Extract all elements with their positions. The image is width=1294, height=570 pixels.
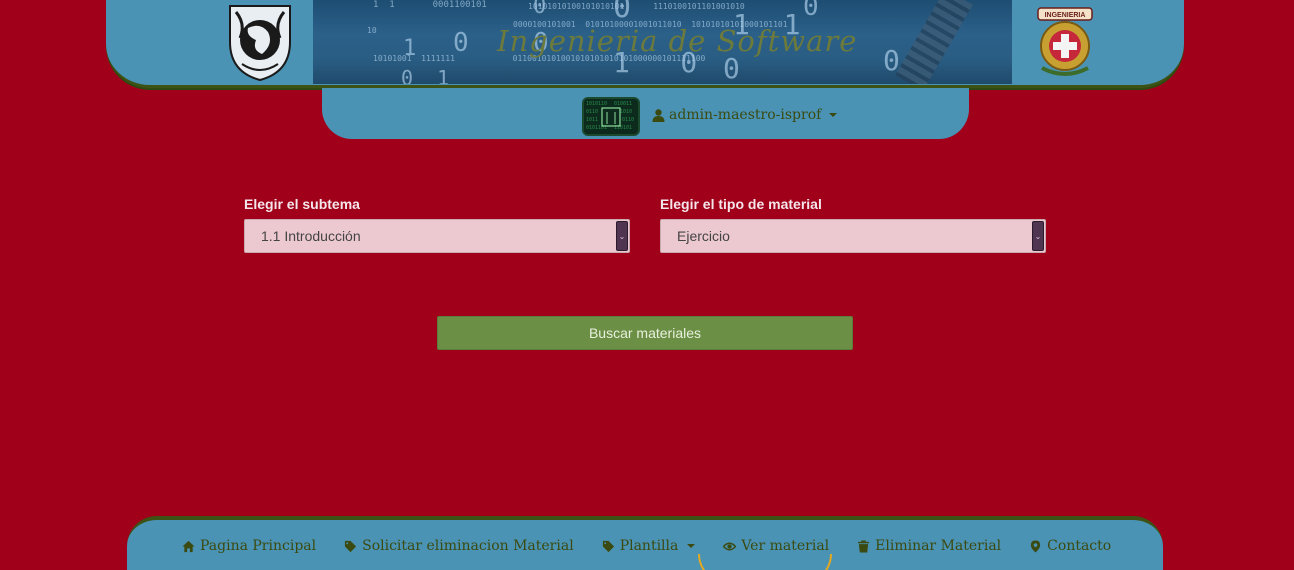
user-menu-toggle[interactable]: admin-maestro-isprof xyxy=(652,104,838,126)
tag-icon xyxy=(345,540,357,552)
nav-label: Ver material xyxy=(741,538,830,554)
nav-item-plantilla[interactable]: Plantilla xyxy=(602,538,696,554)
tipo-material-selected-value: Ejercicio xyxy=(677,228,730,244)
svg-text:0110: 0110 xyxy=(586,109,598,115)
nav-item-pagina-principal[interactable]: Pagina Principal xyxy=(182,538,316,554)
active-indicator xyxy=(698,554,832,570)
unam-logo xyxy=(229,5,291,82)
chevron-down-icon: ⌄ xyxy=(1032,221,1044,251)
user-avatar: 1010110 010011 0110 1010 1011 0110 0101101 1… xyxy=(582,97,640,136)
nav-label: Contacto xyxy=(1047,538,1112,554)
svg-text:1011: 1011 xyxy=(586,117,598,123)
svg-text:INGENIERIA: INGENIERIA xyxy=(1045,12,1086,19)
tipo-material-label: Elegir el tipo de material xyxy=(660,196,822,212)
svg-text:010011: 010011 xyxy=(614,101,632,107)
nav-label: Eliminar Material xyxy=(875,538,1002,554)
tag-icon xyxy=(602,540,614,552)
map-marker-icon xyxy=(1031,539,1041,553)
bottom-navigation: Pagina Principal Solicitar eliminacion M… xyxy=(127,516,1163,570)
banner-title: Ingenieria de Software xyxy=(497,24,858,58)
banner-image: 1 1 0001100101 0 0 10101010100101010101 … xyxy=(313,0,1012,84)
user-icon xyxy=(652,108,665,122)
trash-icon xyxy=(858,539,870,553)
buscar-materiales-button[interactable]: Buscar materiales xyxy=(437,316,853,350)
eye-icon xyxy=(723,542,737,550)
nav-item-eliminar-material[interactable]: Eliminar Material xyxy=(857,538,1001,554)
nav-item-contacto[interactable]: Contacto xyxy=(1029,538,1111,554)
chevron-down-icon: ⌄ xyxy=(616,221,628,251)
svg-text:1010110: 1010110 xyxy=(586,101,607,107)
ingenieria-logo: INGENIERIA xyxy=(1037,7,1093,76)
svg-text:1010: 1010 xyxy=(620,109,632,115)
subtema-selected-value: 1.1 Introducción xyxy=(261,228,361,244)
user-name: admin-maestro-isprof xyxy=(669,107,822,123)
site-header: 1 1 0001100101 0 0 10101010100101010101 … xyxy=(106,0,1184,88)
caret-down-icon xyxy=(829,113,838,117)
home-icon xyxy=(182,540,195,552)
nav-label: Plantilla xyxy=(619,538,679,554)
svg-text:0110: 0110 xyxy=(622,117,634,123)
caret-down-icon xyxy=(687,544,696,548)
avatar-image: 1010110 010011 0110 1010 1011 0110 0101101 1… xyxy=(584,99,638,134)
nav-item-solicitar-eliminacion[interactable]: Solicitar eliminacion Material xyxy=(344,538,574,554)
nav-label: Solicitar eliminacion Material xyxy=(362,538,574,554)
user-bar: 1010110 010011 0110 1010 1011 0110 0101101 1… xyxy=(322,88,969,139)
nav-item-ver-material[interactable]: Ver material xyxy=(723,538,829,554)
subtema-select[interactable]: 1.1 Introducción ⌄ xyxy=(244,219,630,253)
tipo-material-select[interactable]: Ejercicio ⌄ xyxy=(660,219,1046,253)
nav-label: Pagina Principal xyxy=(200,538,317,554)
subtema-label: Elegir el subtema xyxy=(244,196,360,212)
